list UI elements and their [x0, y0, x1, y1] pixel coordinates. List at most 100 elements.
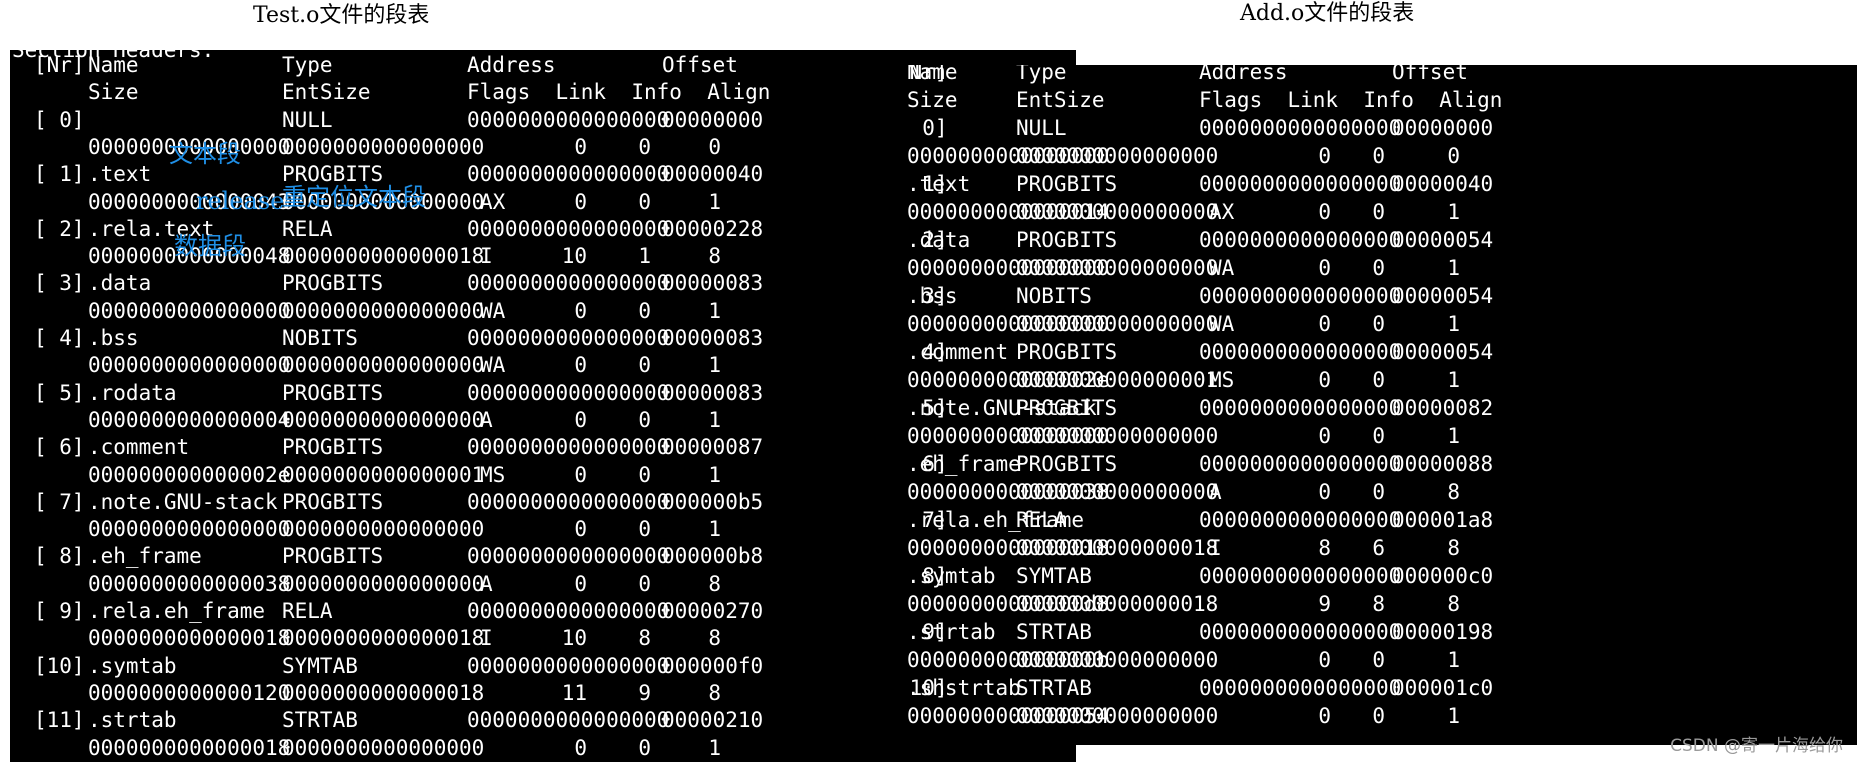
- section-offset: 000000b5: [662, 489, 764, 514]
- section-name: .symtab: [907, 564, 996, 588]
- section-type: NOBITS: [282, 326, 358, 350]
- section-offset: 00000083: [662, 380, 764, 405]
- section-flags: A: [480, 407, 493, 432]
- section-detail-row: 000000000000002e 0000000000000001 MS 0 0 1: [907, 367, 1857, 394]
- section-size: 0000000000000000: [88, 353, 291, 378]
- header-name: Name: [88, 53, 139, 77]
- section-detail-row: 0000000000000000 0000000000000000 WA 0 0 1: [907, 311, 1857, 338]
- section-info: 0: [638, 353, 651, 378]
- section-index: [ 5]: [34, 380, 85, 405]
- section-align: 1: [1447, 704, 1460, 728]
- section-align: 8: [1447, 480, 1460, 504]
- section-type: PROGBITS: [1016, 340, 1118, 364]
- section-info: 8: [1372, 592, 1385, 616]
- header-size: Size: [907, 88, 958, 112]
- section-offset: 00000083: [662, 326, 764, 350]
- section-type: NULL: [1016, 116, 1067, 140]
- header-name: Name: [907, 65, 958, 84]
- section-info: 0: [638, 735, 651, 760]
- right-terminal: [Nr]NameTypeAddressOffsetSizeEntSizeFlag…: [907, 65, 1857, 745]
- section-row: [ 0] NULL 000000000000000000000000: [907, 115, 1857, 142]
- section-type: PROGBITS: [282, 544, 384, 569]
- section-type: RELA: [1016, 508, 1067, 532]
- section-row: [ 6].eh_framePROGBITS0000000000000000000…: [907, 451, 1857, 478]
- section-index: [ 3]: [34, 271, 85, 296]
- section-entsize: 0000000000000000: [1016, 480, 1219, 504]
- section-size: 0000000000000038: [88, 571, 291, 596]
- section-address: 0000000000000000: [1199, 508, 1402, 532]
- section-type: PROGBITS: [1016, 228, 1118, 252]
- section-info: 0: [638, 298, 651, 323]
- section-row: [10].shstrtabSTRTAB000000000000000000000…: [907, 675, 1857, 702]
- section-name: .note.GNU-stack: [88, 489, 278, 514]
- section-entsize: 0000000000000018: [282, 626, 485, 651]
- section-row: [ 1].textPROGBITS00000000000000000000004…: [907, 171, 1857, 198]
- section-align: 1: [708, 462, 721, 487]
- section-entsize: 0000000000000000: [282, 407, 485, 432]
- section-type: SYMTAB: [1016, 564, 1092, 588]
- section-name: .text: [88, 162, 152, 187]
- section-entsize: 0000000000000000: [1016, 144, 1219, 168]
- section-link: 0: [1318, 144, 1331, 168]
- section-offset: 00000198: [1392, 620, 1494, 644]
- right-caption: Add.o文件的段表: [1240, 1, 1415, 26]
- section-type: PROGBITS: [1016, 172, 1118, 196]
- section-entsize: 0000000000000000: [1016, 424, 1219, 448]
- section-row: [ 8].symtabSYMTAB0000000000000000000000c…: [907, 563, 1857, 590]
- section-info: 0: [638, 517, 651, 542]
- section-row: [ 3].bssNOBITS000000000000000000000054: [907, 283, 1857, 310]
- section-info: 9: [638, 680, 651, 705]
- section-detail-row: 0000000000000014 0000000000000000 AX 0 0 1: [907, 199, 1857, 226]
- section-index: [ 0]: [907, 116, 948, 140]
- header-type: Type: [1016, 65, 1067, 84]
- section-entsize: 0000000000000000: [282, 735, 485, 760]
- section-info: 8: [638, 626, 651, 651]
- section-align: 0: [708, 134, 721, 159]
- section-entsize: 0000000000000000: [1016, 704, 1219, 728]
- section-align: 8: [708, 626, 721, 651]
- section-entsize: 0000000000000000: [282, 353, 485, 378]
- header-nr: [Nr]: [34, 53, 85, 77]
- section-address: 0000000000000000: [467, 489, 670, 514]
- section-entsize: 0000000000000000: [1016, 256, 1219, 280]
- section-name: .strtab: [907, 620, 996, 644]
- section-address: 0000000000000000: [467, 271, 670, 296]
- section-type: NOBITS: [1016, 284, 1092, 308]
- section-name: .rela.eh_frame: [88, 599, 266, 623]
- section-entsize: 0000000000000000: [1016, 312, 1219, 336]
- section-size: 0000000000000120: [88, 680, 291, 705]
- section-row: [ 4].commentPROGBITS00000000000000000000…: [907, 339, 1857, 366]
- section-align: 1: [1447, 256, 1460, 280]
- section-flags: I: [480, 244, 493, 269]
- section-link: 0: [574, 517, 587, 542]
- section-entsize: 0000000000000018: [282, 680, 485, 705]
- section-link: 0: [1318, 704, 1331, 728]
- section-offset: 00000054: [1392, 284, 1494, 308]
- section-index: [ 9]: [34, 599, 85, 623]
- section-offset: 00000210: [662, 708, 764, 733]
- section-address: 0000000000000000: [1199, 284, 1402, 308]
- section-index: [ 8]: [34, 544, 85, 569]
- section-info: 0: [638, 189, 651, 214]
- section-flags: I: [1209, 536, 1222, 560]
- section-name: .bss: [88, 326, 139, 350]
- section-address: 0000000000000000: [467, 544, 670, 569]
- section-detail-row: 00000000000000d8 0000000000000018 9 8 8: [907, 591, 1857, 618]
- section-entsize: 0000000000000000: [1016, 200, 1219, 224]
- section-flags: MS: [480, 462, 506, 487]
- section-type: SYMTAB: [282, 653, 358, 678]
- section-row: [ 5].note.GNU-stackPROGBITS0000000000000…: [907, 395, 1857, 422]
- section-size: 0000000000000018: [88, 735, 291, 760]
- section-address: 0000000000000000: [467, 380, 670, 405]
- section-offset: 00000270: [662, 599, 764, 623]
- section-align: 1: [1447, 424, 1460, 448]
- section-info: 0: [1372, 256, 1385, 280]
- header-size: Size: [88, 80, 139, 105]
- section-name: .data: [907, 228, 971, 252]
- section-name: .comment: [907, 340, 1009, 364]
- section-type: STRTAB: [282, 708, 358, 733]
- section-link: 0: [1318, 424, 1331, 448]
- section-link: 0: [574, 298, 587, 323]
- header-address: Address: [467, 53, 556, 77]
- section-address: 0000000000000000: [467, 216, 670, 241]
